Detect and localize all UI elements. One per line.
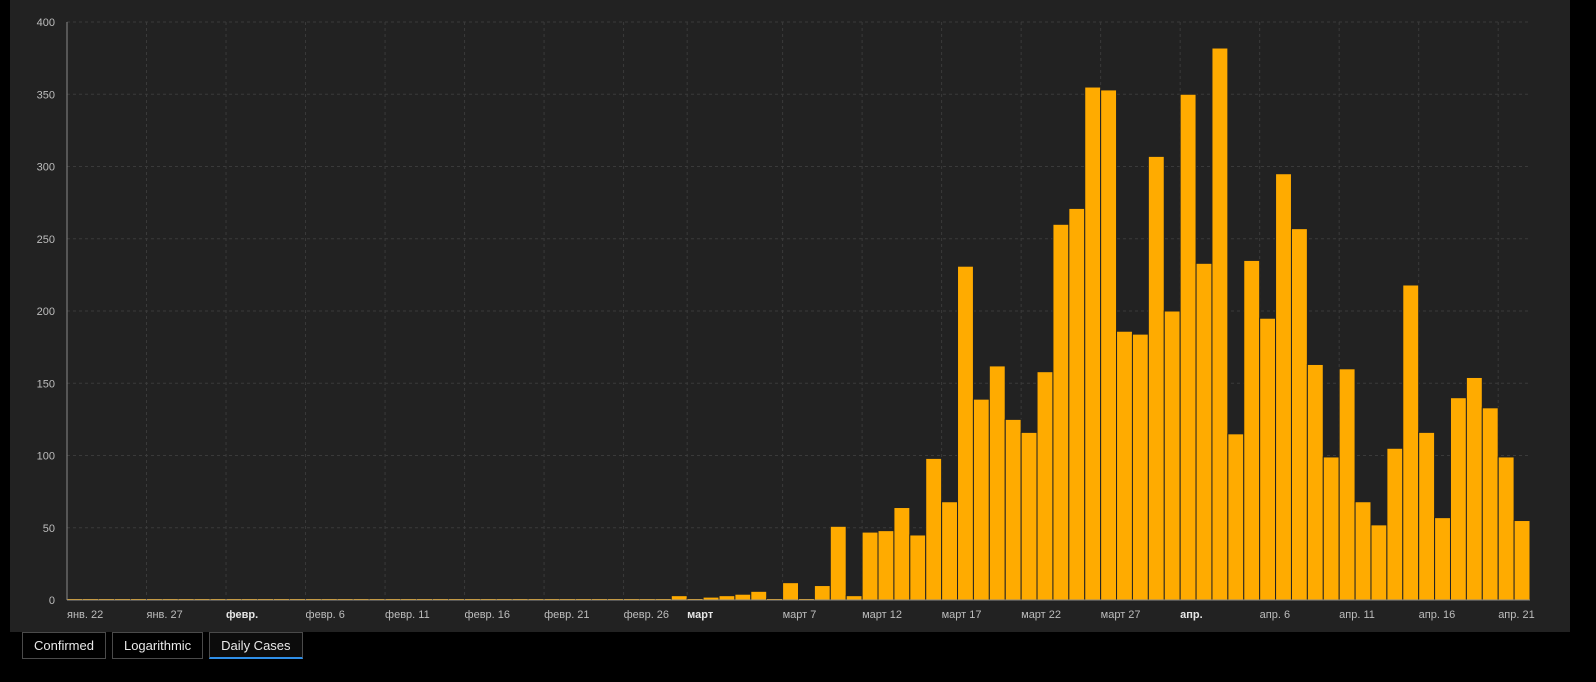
- bar[interactable]: [750, 590, 768, 601]
- bar[interactable]: [988, 365, 1006, 601]
- bar[interactable]: [1370, 524, 1388, 601]
- bar[interactable]: [1402, 284, 1420, 601]
- bars-layer: [66, 47, 1531, 601]
- bar[interactable]: [941, 501, 959, 601]
- tab-daily-cases[interactable]: Daily Cases: [209, 632, 303, 659]
- bar[interactable]: [1131, 333, 1149, 601]
- bar[interactable]: [1068, 207, 1086, 601]
- bar[interactable]: [925, 457, 943, 601]
- bar[interactable]: [1036, 371, 1054, 601]
- bar[interactable]: [1100, 89, 1118, 601]
- bar[interactable]: [1465, 376, 1483, 601]
- bar[interactable]: [1386, 447, 1404, 601]
- x-tick-label: янв. 27: [147, 609, 183, 621]
- x-tick-label: февр. 6: [306, 609, 345, 621]
- daily-cases-bar-chart: 0 50 100 150 200 250 300 350 400 янв. 22 янв. 27 ф…: [37, 17, 1535, 621]
- y-tick-label: 200: [37, 306, 55, 318]
- y-tick-labels: 0 50 100 150 200 250 300 350 400: [37, 17, 55, 607]
- bar[interactable]: [1354, 501, 1372, 601]
- x-tick-label: февр. 16: [465, 609, 510, 621]
- bar[interactable]: [845, 595, 863, 601]
- y-tick-label: 350: [37, 89, 55, 101]
- bar[interactable]: [1290, 228, 1308, 601]
- x-tick-labels: янв. 22 янв. 27 февр. февр. 6 февр. 11 февр. …: [67, 609, 1535, 621]
- x-tick-label: янв. 22: [67, 609, 103, 621]
- bar[interactable]: [1243, 259, 1261, 601]
- bar[interactable]: [972, 398, 990, 601]
- bar[interactable]: [1338, 368, 1356, 601]
- x-tick-label: февр. 21: [544, 609, 589, 621]
- bar[interactable]: [782, 582, 800, 601]
- bar[interactable]: [1259, 317, 1277, 601]
- chart-tabs: Confirmed Logarithmic Daily Cases: [22, 632, 303, 662]
- bar[interactable]: [909, 534, 927, 601]
- bar[interactable]: [1163, 310, 1181, 601]
- bar[interactable]: [1418, 431, 1436, 601]
- chart-panel: 0 50 100 150 200 250 300 350 400 янв. 22 янв. 27 ф…: [10, 0, 1570, 632]
- bar[interactable]: [1449, 397, 1467, 601]
- bar[interactable]: [1052, 223, 1070, 601]
- bar[interactable]: [1020, 431, 1038, 601]
- y-tick-label: 250: [37, 234, 55, 246]
- tab-confirmed[interactable]: Confirmed: [22, 632, 106, 659]
- x-tick-label: апр. 21: [1498, 609, 1535, 621]
- x-tick-label: апр. 16: [1419, 609, 1456, 621]
- x-tick-label: февр.: [226, 609, 258, 621]
- bar[interactable]: [1004, 418, 1022, 601]
- tab-logarithmic[interactable]: Logarithmic: [111, 632, 204, 659]
- bar[interactable]: [1322, 456, 1340, 601]
- bar[interactable]: [1147, 155, 1165, 601]
- bar[interactable]: [813, 585, 831, 601]
- y-tick-label: 100: [37, 451, 55, 463]
- x-tick-label: март 7: [783, 609, 817, 621]
- bar[interactable]: [1227, 433, 1245, 601]
- y-tick-label: 150: [37, 378, 55, 390]
- bar[interactable]: [861, 531, 879, 601]
- x-tick-label: март 27: [1101, 609, 1141, 621]
- y-tick-label: 400: [37, 17, 55, 29]
- bar[interactable]: [1306, 363, 1324, 601]
- x-tick-label: февр. 11: [385, 609, 430, 621]
- x-tick-label: апр. 6: [1260, 609, 1290, 621]
- x-tick-label: март 17: [942, 609, 982, 621]
- y-tick-label: 0: [49, 595, 55, 607]
- bar[interactable]: [1434, 517, 1451, 601]
- x-tick-label: апр. 11: [1339, 609, 1375, 621]
- y-tick-label: 300: [37, 162, 55, 174]
- bar[interactable]: [829, 525, 847, 601]
- bar[interactable]: [1084, 86, 1102, 601]
- x-tick-label: март 12: [862, 609, 902, 621]
- y-tick-label: 50: [43, 523, 55, 535]
- bar[interactable]: [670, 595, 688, 601]
- bar[interactable]: [1497, 456, 1515, 601]
- bar[interactable]: [893, 507, 911, 601]
- bar[interactable]: [1179, 93, 1197, 601]
- bar[interactable]: [718, 595, 736, 601]
- x-tick-label: апр.: [1180, 609, 1203, 621]
- bar[interactable]: [1513, 520, 1531, 601]
- bar[interactable]: [1211, 47, 1229, 601]
- x-tick-label: февр. 26: [624, 609, 669, 621]
- bar[interactable]: [1481, 407, 1499, 601]
- x-tick-label: март 22: [1021, 609, 1061, 621]
- bar[interactable]: [734, 593, 752, 601]
- bar[interactable]: [877, 530, 895, 601]
- bar[interactable]: [1116, 330, 1133, 601]
- bar[interactable]: [1275, 173, 1292, 601]
- bar[interactable]: [957, 265, 974, 601]
- bar[interactable]: [1195, 262, 1213, 601]
- x-tick-label: март: [687, 609, 714, 621]
